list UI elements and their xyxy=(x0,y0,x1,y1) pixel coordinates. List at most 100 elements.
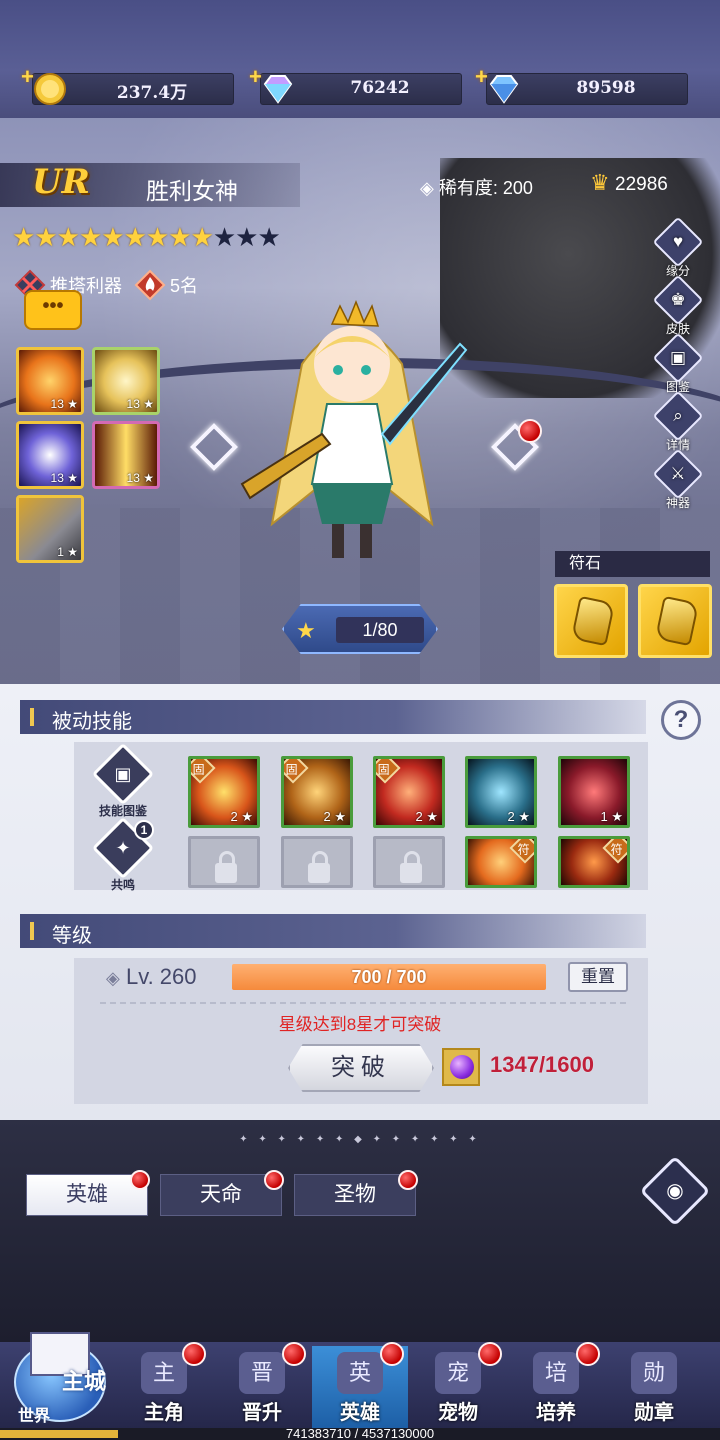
rainbow-gem-value: 76242 xyxy=(350,78,410,98)
star-filled-icon: ★ xyxy=(190,222,214,252)
passive-skill-4[interactable]: 2 ★ xyxy=(465,756,537,828)
section-title: 等级 xyxy=(52,925,92,947)
hero-portrait[interactable] xyxy=(232,284,472,564)
blue-gem-currency[interactable]: + 89598 xyxy=(475,64,688,105)
skill-level: 13 ★ xyxy=(126,471,154,485)
side-button-skin[interactable]: ♚ 皮肤 xyxy=(652,274,704,337)
notification-dot xyxy=(518,419,542,443)
artifact-icon: ⚔ xyxy=(652,448,704,500)
divider xyxy=(100,1002,626,1004)
nav-label: 晋升 xyxy=(242,1402,282,1424)
side-button-codex[interactable]: ▣ 图鉴 xyxy=(652,332,704,395)
power-value: 22986 xyxy=(615,174,668,195)
notification-dot xyxy=(130,1170,150,1190)
pet-icon: 宠 xyxy=(435,1352,481,1394)
heart-icon: ♥ xyxy=(652,216,704,268)
notification-dot xyxy=(576,1342,600,1366)
reset-button[interactable]: 重置 xyxy=(568,962,628,992)
side-button-details[interactable]: ⌕ 详情 xyxy=(652,390,704,453)
star-empty-icon: ★ xyxy=(212,222,236,252)
gold-currency[interactable]: + 237.4万 xyxy=(21,64,234,105)
notification-dot xyxy=(380,1342,404,1366)
crown-icon: ♛ xyxy=(590,170,610,195)
material-count: 1347/1600 xyxy=(490,1052,594,1077)
level-header: 等级 xyxy=(20,914,646,948)
add-rainbow-gem-icon[interactable]: + xyxy=(249,64,262,90)
side-button-artifact[interactable]: ⚔ 神器 xyxy=(652,448,704,511)
side-button-bond[interactable]: ♥ 缘分 xyxy=(652,216,704,279)
player-exp-strip: 741383710 / 4537130000 xyxy=(0,1426,720,1440)
blue-diamond-icon xyxy=(489,75,519,104)
button-label: 技能图鉴 xyxy=(98,804,147,818)
resonance-button[interactable]: ✦ 共鸣 1 xyxy=(88,816,158,893)
shirt-icon: ♚ xyxy=(652,274,704,326)
locked-skill-slot[interactable] xyxy=(373,836,445,888)
passive-skills-header: 被动技能 xyxy=(20,700,646,734)
hero-helmet-icon: 英 xyxy=(337,1352,383,1394)
star-empty-icon: ★ xyxy=(257,222,280,252)
button-label: 共鸣 xyxy=(110,878,135,892)
skill-level: 2 ★ xyxy=(507,809,530,824)
protagonist-icon: 主 xyxy=(141,1352,187,1394)
rune-slot-2[interactable] xyxy=(638,584,712,658)
train-icon: 培 xyxy=(533,1352,579,1394)
locked-skill-slot[interactable] xyxy=(188,836,260,888)
star-filled-icon: ★ xyxy=(101,222,124,252)
nav-medal[interactable]: 勋 勋章 xyxy=(606,1346,702,1428)
passive-skill-3[interactable]: 固 2 ★ xyxy=(373,756,445,828)
nav-label: 英雄 xyxy=(340,1402,380,1424)
add-gold-icon[interactable]: + xyxy=(21,64,34,90)
gold-value: 237.4万 xyxy=(116,83,188,103)
level-progress-bar: 700 / 700 xyxy=(232,964,546,990)
notification-dot xyxy=(478,1342,502,1366)
active-skill-1[interactable]: 13 ★ xyxy=(16,347,84,415)
notification-dot xyxy=(282,1342,306,1366)
rainbow-diamond-icon xyxy=(263,75,293,104)
active-skill-4[interactable]: 13 ★ xyxy=(92,421,160,489)
hero-stage: UR 胜利女神 ◈ 稀有度: 200 ♛ 22986 ★★★★★★★★★★★★ … xyxy=(0,118,720,684)
breakthrough-button[interactable]: 突破 xyxy=(288,1044,434,1092)
blue-gem-value: 89598 xyxy=(576,78,636,98)
rarity-value: 200 xyxy=(502,178,533,198)
skill-level: 1 ★ xyxy=(600,809,623,824)
active-skill-5[interactable]: 1 ★ xyxy=(16,495,84,563)
magnifier-icon: ⌕ xyxy=(652,390,704,442)
skill-codex-button[interactable]: ▣ 技能图鉴 xyxy=(88,742,158,819)
nav-label: 主角 xyxy=(144,1402,184,1424)
rune-title: 符石 xyxy=(555,551,710,577)
notification-dot xyxy=(398,1170,418,1190)
passive-skill-1[interactable]: 固 2 ★ xyxy=(188,756,260,828)
active-skill-3[interactable]: 13 ★ xyxy=(16,421,84,489)
ornament-divider: ✦ ✦ ✦ ✦ ✦ ✦ ◆ ✦ ✦ ✦ ✦ ✦ ✦ xyxy=(239,1134,481,1145)
passive-skill-6[interactable]: 符 xyxy=(465,836,537,888)
hero-power: ♛ 22986 xyxy=(590,170,668,196)
hero-stars: ★★★★★★★★★★★★ xyxy=(12,222,281,253)
star-empty-icon: ★ xyxy=(235,222,258,252)
rarity-diamond-icon: ◈ xyxy=(420,178,434,198)
level-value: Lv. 260 xyxy=(125,964,197,989)
level-diamond-icon: ◈ xyxy=(106,968,120,988)
notification-dot xyxy=(264,1170,284,1190)
active-skill-2[interactable]: 13 ★ xyxy=(92,347,160,415)
lock-icon xyxy=(308,851,330,883)
book-icon: ▣ xyxy=(652,332,704,384)
world-city-button[interactable]: 主城 世界 xyxy=(8,1306,110,1426)
hero-rarity: ◈ 稀有度: 200 xyxy=(420,174,533,200)
add-blue-gem-icon[interactable]: + xyxy=(475,64,488,90)
help-button[interactable]: ? xyxy=(661,700,701,740)
passive-skill-7[interactable]: 符 xyxy=(558,836,630,888)
star-up-icon: ★ xyxy=(296,618,316,643)
skill-level: 2 ★ xyxy=(323,809,346,824)
chat-bubble-button[interactable]: ••• xyxy=(24,290,82,330)
rune-slot-1[interactable] xyxy=(554,584,628,658)
star-filled-icon: ★ xyxy=(78,222,102,252)
rainbow-gem-currency[interactable]: + 76242 xyxy=(249,64,462,105)
locked-skill-slot[interactable] xyxy=(281,836,353,888)
passive-skill-5[interactable]: 1 ★ xyxy=(558,756,630,828)
hero-name: 胜利女神 xyxy=(146,178,238,204)
passive-skill-2[interactable]: 固 2 ★ xyxy=(281,756,353,828)
star-filled-icon: ★ xyxy=(12,222,35,252)
purple-orb-icon xyxy=(442,1048,480,1086)
promote-icon: 晋 xyxy=(239,1352,285,1394)
breakthrough-requirement: 星级达到8星才可突破 xyxy=(278,1015,442,1034)
